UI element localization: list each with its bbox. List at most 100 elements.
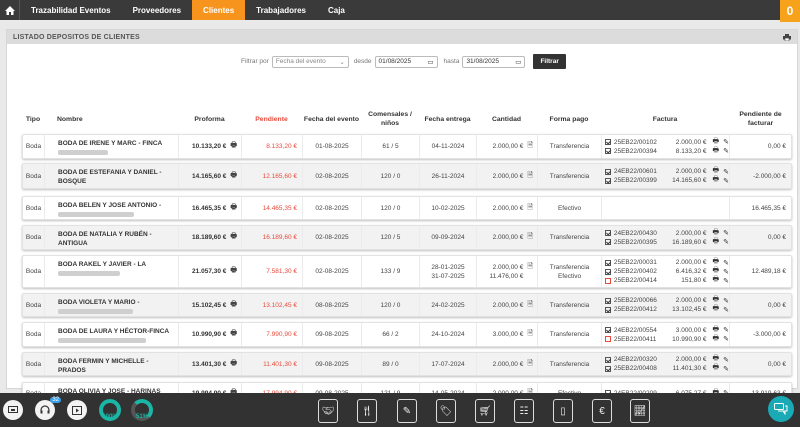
print-icon[interactable]: 🖶︎	[230, 329, 237, 340]
cell-nombre[interactable]: BODA DE ESTEFANIA Y DANIEL -BOSQUE	[45, 164, 179, 188]
invoice-checkbox[interactable]	[605, 306, 611, 313]
edit-icon[interactable]: ✎	[723, 229, 729, 237]
cell-nombre[interactable]: BODA RAKEL Y JAVIER - LA	[45, 256, 179, 287]
invoice-checkbox[interactable]	[605, 356, 611, 363]
edit-icon[interactable]: ✎	[723, 356, 729, 364]
edit-icon[interactable]: ✎	[723, 168, 729, 176]
client-name[interactable]: BODA DE NATALIA Y RUBÉN - ANTIGUA	[58, 230, 178, 248]
client-name[interactable]: BODA RAKEL Y JAVIER - LA	[58, 260, 146, 269]
print-icon[interactable]: 🖶︎	[230, 359, 237, 370]
pen-icon[interactable]: ✎	[397, 399, 417, 423]
table-row[interactable]: Boda BODA RAKEL Y JAVIER - LA 21.057,30 € 🖶…	[22, 255, 792, 288]
notification-badge[interactable]: 0	[780, 0, 800, 22]
filter-button[interactable]: Filtrar	[533, 54, 566, 69]
invoice-checkbox[interactable]	[605, 139, 611, 145]
edit-icon[interactable]: ✎	[723, 138, 729, 146]
invoice-checkbox[interactable]	[605, 168, 611, 175]
table-row[interactable]: Boda BODA FERMIN Y MICHELLE - PRADOS 13.40…	[22, 352, 792, 376]
document-icon[interactable]: 🗎︎	[527, 359, 533, 370]
document-icon[interactable]: 🗎︎	[527, 203, 533, 214]
euro-icon[interactable]: €	[592, 399, 612, 423]
print-icon[interactable]: 🖶︎	[230, 141, 237, 152]
handshake-icon[interactable]: 🤝︎	[318, 399, 338, 423]
cell-nombre[interactable]: BODA DE IRENE Y MARC - FINCA	[45, 135, 179, 158]
print-icon[interactable]: 🖶︎	[230, 171, 237, 182]
tag-icon[interactable]: 🏷︎	[436, 399, 456, 423]
nav-caja[interactable]: Caja	[317, 0, 356, 20]
document-icon[interactable]: 🗎︎	[527, 300, 533, 311]
invoice-checkbox[interactable]	[605, 336, 611, 342]
invoice-checkbox[interactable]	[605, 230, 611, 236]
print-icon[interactable]: 🖶︎	[713, 334, 720, 345]
invoice-checkbox[interactable]	[605, 327, 611, 333]
table-row[interactable]: Boda BODA DE ESTEFANIA Y DANIEL -BOSQUE 14…	[22, 163, 792, 189]
cell-nombre[interactable]: BODA DE NATALIA Y RUBÉN - ANTIGUA	[45, 226, 179, 249]
from-date-input[interactable]: 01/08/2025 ▭	[374, 55, 438, 68]
client-name[interactable]: BODA BELEN Y JOSE ANTONIO -	[58, 201, 161, 210]
contacts-icon[interactable]: ☷	[514, 399, 534, 423]
to-date-input[interactable]: 31/08/2025 ▭	[462, 55, 526, 68]
invoice-checkbox[interactable]	[605, 177, 611, 184]
cell-nombre[interactable]: BODA DE LAURA Y HÉCTOR-FINCA	[45, 323, 179, 346]
table-row[interactable]: Boda BODA DE LAURA Y HÉCTOR-FINCA 10.990,9…	[22, 322, 792, 347]
document-icon[interactable]: 🗎︎	[527, 171, 533, 182]
edit-icon[interactable]: ✎	[723, 277, 729, 285]
filter-by-select[interactable]: Fecha del evento ⌄	[271, 55, 349, 68]
chat-button[interactable]	[768, 396, 794, 422]
edit-icon[interactable]: ✎	[723, 326, 729, 334]
invoice-checkbox[interactable]	[605, 148, 611, 154]
table-row[interactable]: Boda BODA VIOLETA Y MARIO -15.102,45 € 🖶︎ 1…	[22, 293, 792, 317]
invoice-checkbox[interactable]	[605, 365, 611, 372]
print-icon[interactable]: 🖶︎	[713, 275, 720, 286]
nav-trazabilidad[interactable]: Trazabilidad Eventos	[20, 0, 122, 20]
chart-icon[interactable]: 📈︎	[630, 399, 650, 423]
cart-icon[interactable]: 🛒︎	[475, 399, 495, 423]
client-name[interactable]: BODA DE LAURA Y HÉCTOR-FINCA	[58, 327, 169, 336]
edit-icon[interactable]: ✎	[723, 147, 729, 155]
invoice-checkbox[interactable]	[605, 277, 611, 284]
edit-icon[interactable]: ✎	[723, 335, 729, 343]
client-name[interactable]: BODA FERMIN Y MICHELLE - PRADOS	[58, 357, 178, 375]
nav-trabajadores[interactable]: Trabajadores	[245, 0, 317, 20]
edit-icon[interactable]: ✎	[723, 268, 729, 276]
headset-button[interactable]: 32	[35, 397, 61, 420]
table-row[interactable]: Boda BODA DE IRENE Y MARC - FINCA 10.133,2…	[22, 134, 792, 159]
print-icon[interactable]: 🖶︎	[230, 232, 237, 243]
client-name[interactable]: BODA DE ESTEFANIA Y DANIEL -BOSQUE	[58, 168, 178, 186]
calendar-icon[interactable]: ▭	[515, 58, 521, 66]
print-icon[interactable]: 🖶︎	[230, 300, 237, 311]
table-row[interactable]: Boda BODA BELEN Y JOSE ANTONIO - 16.465,35…	[22, 196, 792, 220]
invoice-checkbox[interactable]	[605, 268, 611, 275]
video-button[interactable]	[67, 400, 87, 420]
edit-icon[interactable]: ✎	[723, 259, 729, 267]
nav-proveedores[interactable]: Proveedores	[122, 0, 192, 20]
print-icon[interactable]: 🖶︎	[230, 203, 237, 214]
print-icon[interactable]: 🖶︎	[230, 266, 237, 277]
edit-icon[interactable]: ✎	[723, 177, 729, 185]
home-button[interactable]	[0, 0, 20, 20]
print-icon[interactable]: 🖶︎	[713, 146, 720, 157]
print-icon[interactable]: 🖶︎	[713, 237, 720, 248]
cell-nombre[interactable]: BODA FERMIN Y MICHELLE - PRADOS	[45, 353, 179, 375]
document-icon[interactable]: 🗎︎	[527, 329, 533, 340]
screen-button[interactable]	[3, 400, 23, 420]
document-icon[interactable]: 🗎︎	[527, 232, 533, 243]
calendar-icon[interactable]: ▭	[427, 58, 433, 66]
table-row[interactable]: Boda BODA DE NATALIA Y RUBÉN - ANTIGUA 18.…	[22, 225, 792, 250]
print-icon[interactable]: 🖶︎	[713, 363, 720, 374]
edit-icon[interactable]: ✎	[723, 365, 729, 373]
phone-icon[interactable]: ▯	[553, 399, 573, 423]
print-icon[interactable]	[783, 33, 791, 41]
edit-icon[interactable]: ✎	[723, 297, 729, 305]
invoice-checkbox[interactable]	[605, 297, 611, 304]
client-name[interactable]: BODA VIOLETA Y MARIO -	[58, 298, 140, 307]
print-icon[interactable]: 🖶︎	[713, 175, 720, 186]
cutlery-icon[interactable]: 🍴︎	[357, 399, 377, 423]
invoice-checkbox[interactable]	[605, 259, 611, 266]
invoice-checkbox[interactable]	[605, 239, 611, 245]
edit-icon[interactable]: ✎	[723, 306, 729, 314]
cell-nombre[interactable]: BODA BELEN Y JOSE ANTONIO -	[45, 197, 179, 219]
document-icon[interactable]: 🗎︎	[527, 141, 533, 152]
cell-nombre[interactable]: BODA VIOLETA Y MARIO -	[45, 294, 179, 316]
edit-icon[interactable]: ✎	[723, 238, 729, 246]
